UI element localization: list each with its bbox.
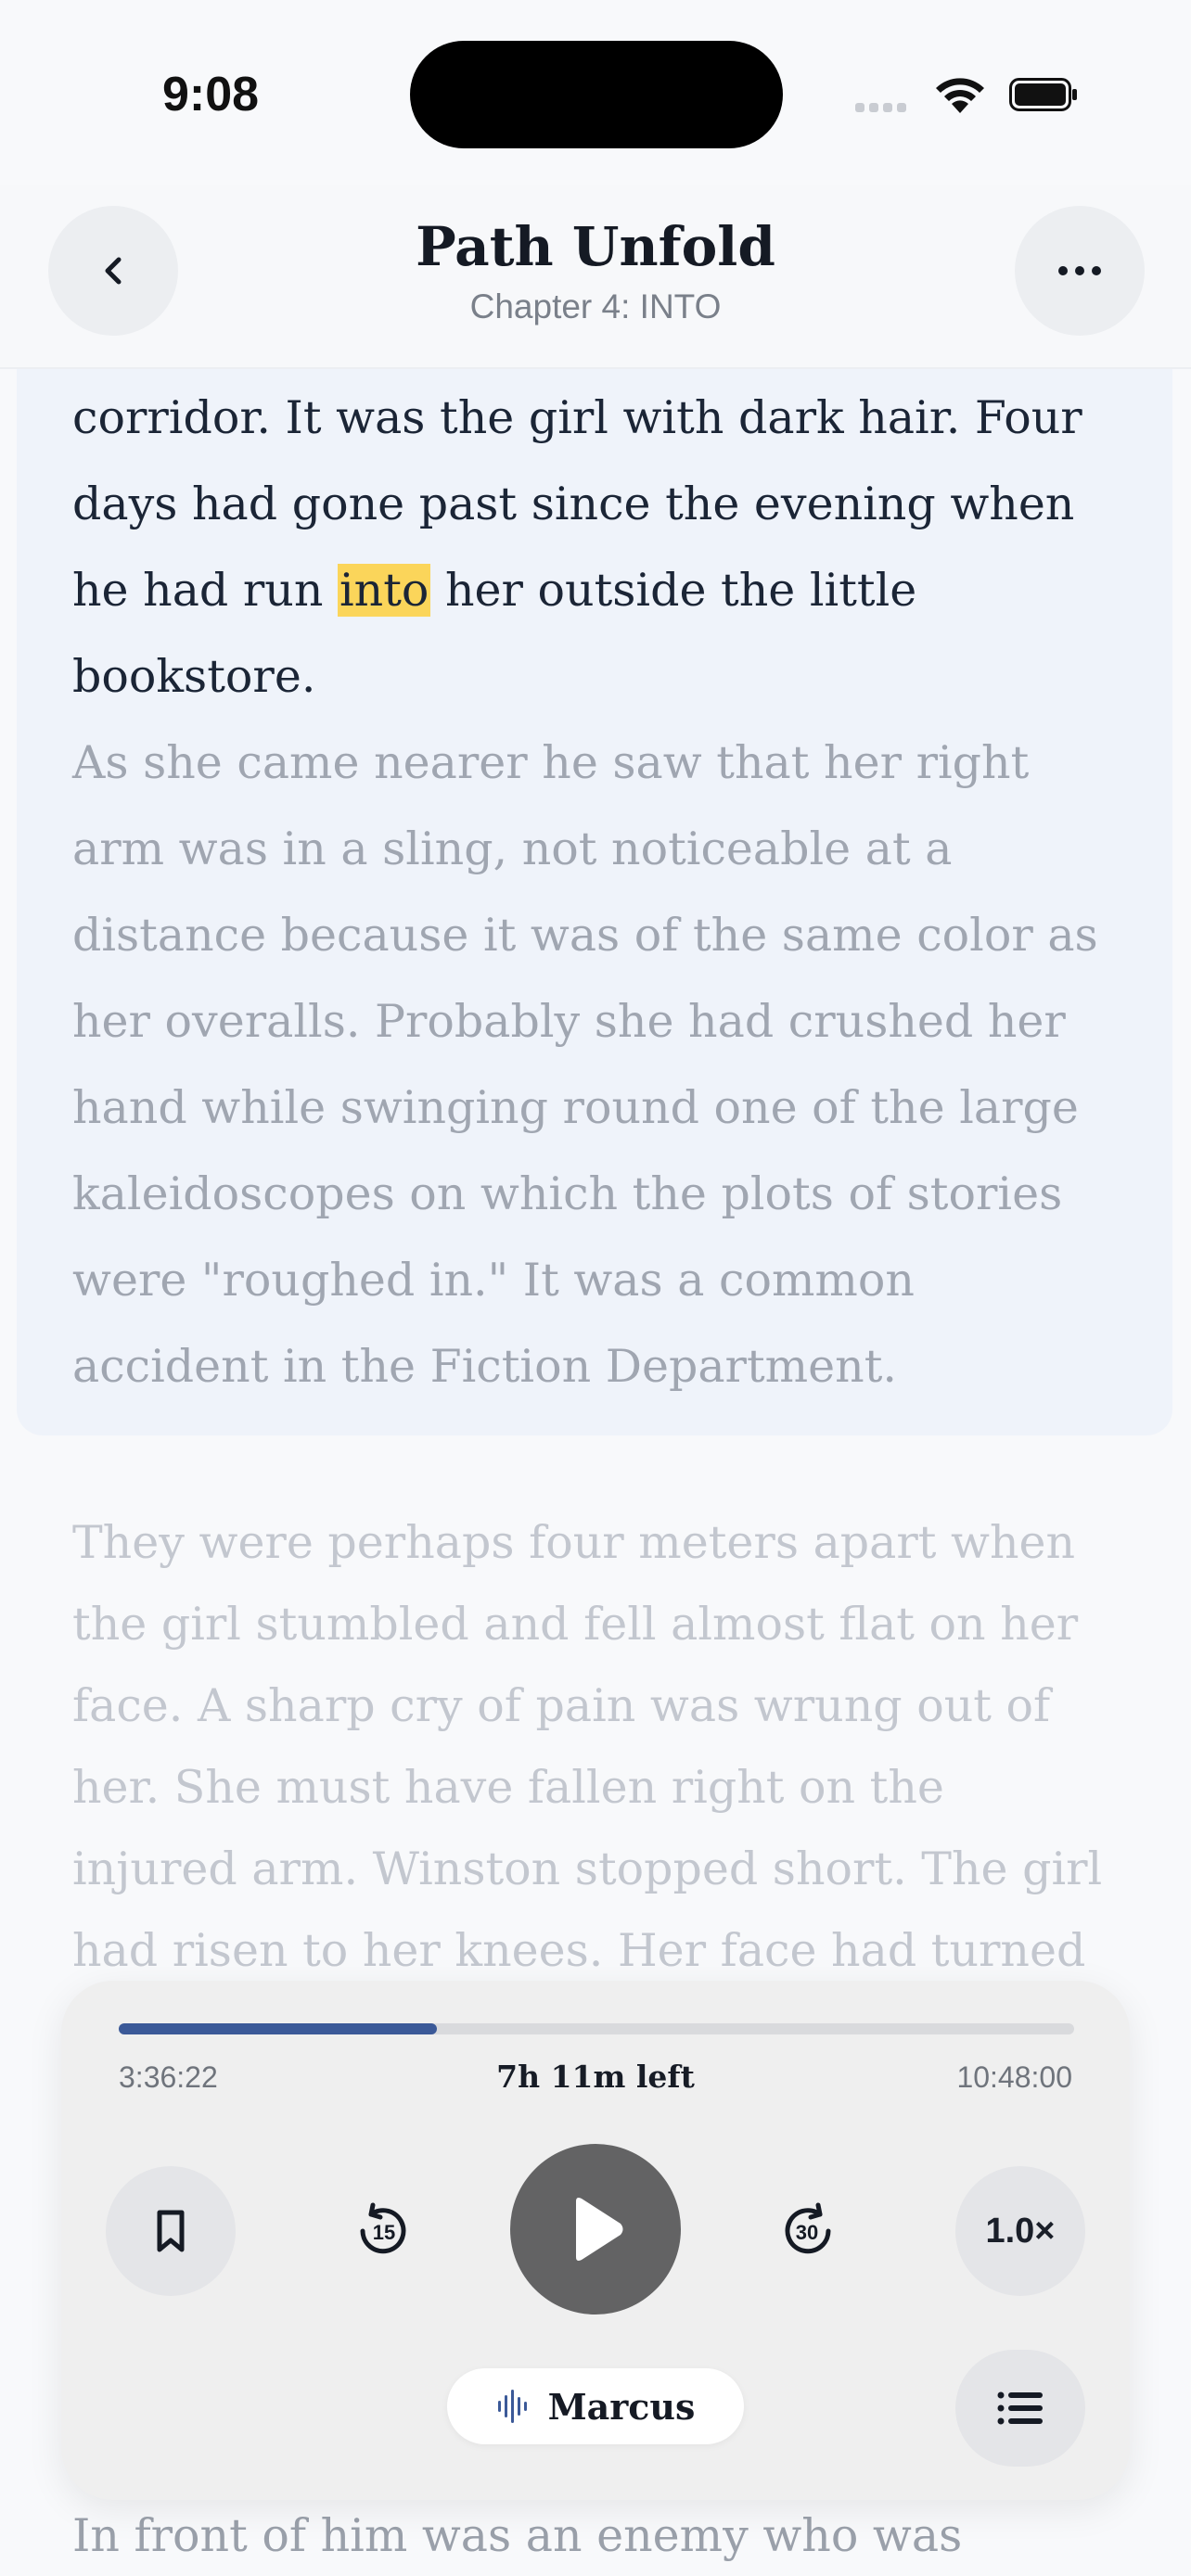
audio-player-panel: 3:36:22 7h 11m left 10:48:00 15 30 1.0× (61, 1981, 1130, 2500)
skip-forward-seconds: 30 (796, 2221, 818, 2244)
paragraph: In front of him was an enemy who was (72, 2509, 963, 2562)
wifi-icon (936, 78, 984, 113)
dynamic-island (410, 41, 783, 148)
voice-name: Marcus (547, 2385, 696, 2428)
skip-back-seconds: 15 (373, 2221, 395, 2244)
bookmark-icon (157, 2210, 185, 2252)
battery-icon (1009, 78, 1077, 111)
paragraph: As she came nearer he saw that her right… (72, 736, 1098, 1393)
progress-fill (119, 2023, 437, 2034)
total-time: 10:48:00 (956, 2060, 1072, 2094)
status-time: 9:08 (162, 68, 260, 121)
play-button[interactable] (510, 2144, 681, 2315)
chapter-label: Chapter 4: INTO (469, 287, 722, 325)
skip-forward-button[interactable]: 30 (762, 2185, 855, 2277)
current-word[interactable]: into (337, 564, 431, 617)
current-paragraph: corridor. It was the girl with dark hair… (72, 375, 1121, 720)
skip-back-button[interactable]: 15 (336, 2185, 429, 2277)
waveform-icon (497, 2390, 527, 2423)
play-icon (576, 2198, 623, 2261)
list-icon (997, 2391, 1043, 2425)
bookmark-button[interactable] (106, 2166, 236, 2296)
more-options-button[interactable] (1015, 206, 1145, 336)
cellular-signal-icon (855, 100, 913, 113)
rotate-back-icon: 15 (360, 2202, 406, 2254)
rotate-forward-icon: 30 (785, 2202, 831, 2254)
paragraph: They were perhaps four meters apart when… (72, 1516, 1103, 1977)
voice-selector-button[interactable]: Marcus (447, 2368, 744, 2444)
playback-speed-button[interactable]: 1.0× (955, 2166, 1085, 2296)
ellipsis-icon (1058, 266, 1101, 275)
status-bar: 9:08 (0, 0, 1191, 185)
book-title: Path Unfold (416, 215, 775, 278)
reader-header: Path Unfold Chapter 4: INTO (0, 185, 1191, 369)
progress-bar[interactable] (119, 2023, 1074, 2034)
chapter-list-button[interactable] (955, 2350, 1085, 2467)
